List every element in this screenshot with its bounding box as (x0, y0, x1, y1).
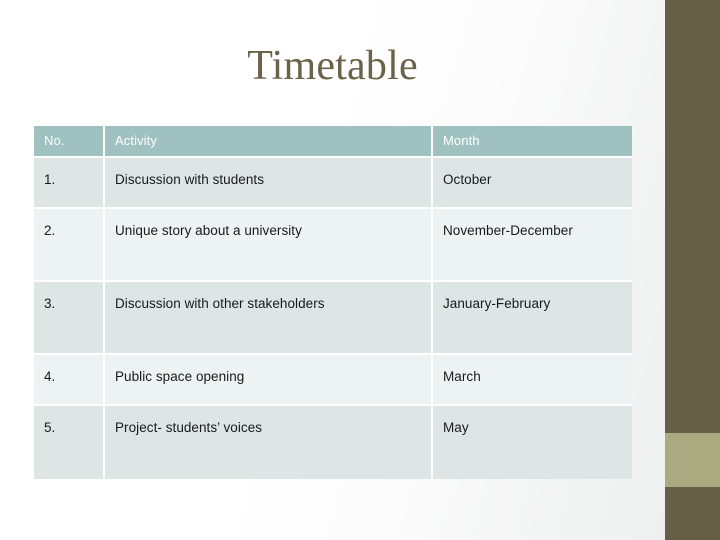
right-decorative-bar-accent (665, 433, 720, 487)
cell-activity: Project- students’ voices (105, 406, 433, 479)
table-header-row: No. Activity Month (34, 126, 632, 158)
column-header-activity: Activity (105, 126, 433, 158)
cell-activity: Discussion with other stakeholders (105, 282, 433, 355)
table-row: 4. Public space opening March (34, 355, 632, 406)
cell-no: 2. (34, 209, 105, 282)
table-row: 2. Unique story about a university Novem… (34, 209, 632, 282)
cell-no: 5. (34, 406, 105, 479)
table-row: 5. Project- students’ voices May (34, 406, 632, 479)
cell-no: 1. (34, 158, 105, 209)
cell-month: November-December (433, 209, 632, 282)
cell-month: October (433, 158, 632, 209)
table-body: 1. Discussion with students October 2. U… (34, 158, 632, 479)
table-row: 1. Discussion with students October (34, 158, 632, 209)
cell-activity: Unique story about a university (105, 209, 433, 282)
table-header: No. Activity Month (34, 126, 632, 158)
cell-no: 3. (34, 282, 105, 355)
page-title: Timetable (247, 43, 418, 89)
column-header-no: No. (34, 126, 105, 158)
slide-canvas: Timetable No. Activity Month 1. Discussi… (0, 0, 720, 540)
cell-month: January-February (433, 282, 632, 355)
table-row: 3. Discussion with other stakeholders Ja… (34, 282, 632, 355)
cell-no: 4. (34, 355, 105, 406)
column-header-month: Month (433, 126, 632, 158)
cell-month: May (433, 406, 632, 479)
cell-activity: Discussion with students (105, 158, 433, 209)
cell-month: March (433, 355, 632, 406)
timetable: No. Activity Month 1. Discussion with st… (34, 126, 632, 479)
cell-activity: Public space opening (105, 355, 433, 406)
